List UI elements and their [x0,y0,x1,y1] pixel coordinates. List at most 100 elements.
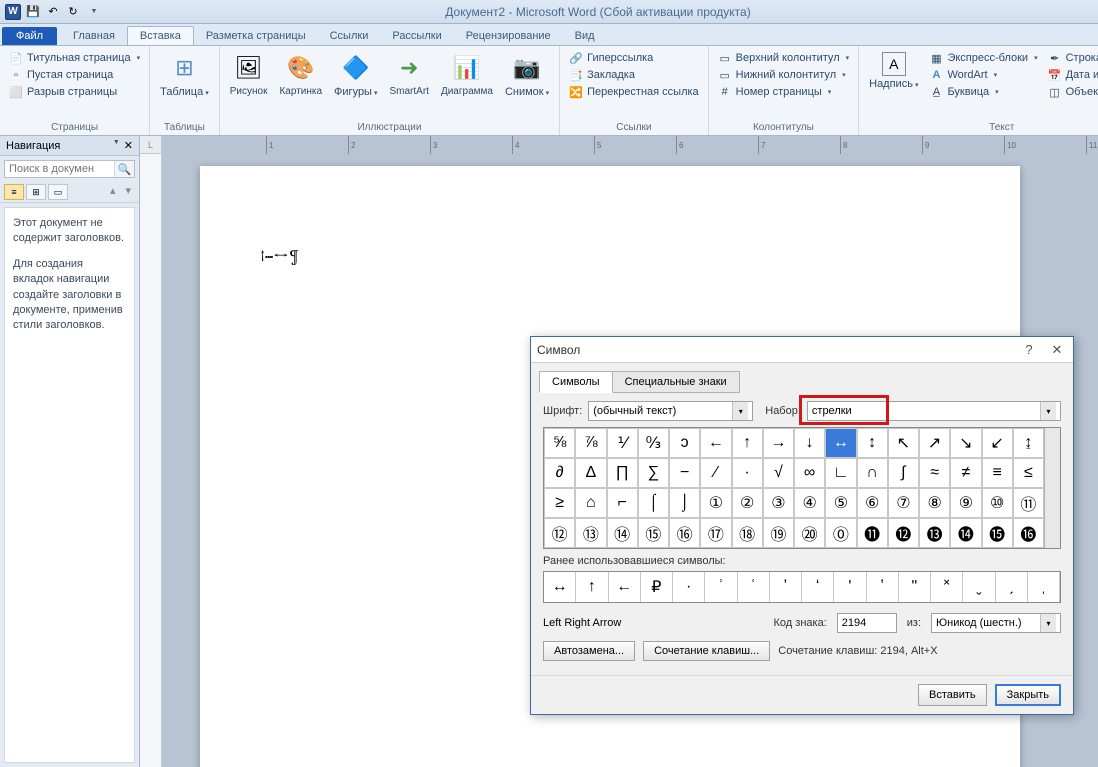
qat-dropdown-icon[interactable]: ▼ [84,3,102,21]
symbol-cell[interactable]: ∂ [544,458,575,488]
chart-button[interactable]: 📊Диаграмма [437,50,497,100]
symbol-cell[interactable]: ⅝ [544,428,575,458]
symbol-cell[interactable]: ⑫ [544,518,575,548]
symbol-cell[interactable]: ⓯ [982,518,1013,548]
crossref-button[interactable]: 🔀Перекрестная ссылка [566,84,702,100]
wordart-button[interactable]: AWordArt▾ [926,67,1040,83]
recent-symbol-cell[interactable]: ʾ [705,572,737,602]
symbol-cell[interactable]: ⓮ [950,518,981,548]
dialog-tab-symbols[interactable]: Символы [539,371,613,393]
char-code-input[interactable] [837,613,897,633]
symbol-cell[interactable]: ∫ [888,458,919,488]
nav-search-input[interactable] [5,161,114,177]
symbol-cell[interactable]: ∩ [857,458,888,488]
signature-button[interactable]: ✒Строка подпи [1045,50,1098,66]
undo-icon[interactable]: ↶ [44,3,62,21]
redo-icon[interactable]: ↻ [64,3,82,21]
tab-view[interactable]: Вид [563,27,607,45]
document-text[interactable]: ↑····↔¶ [260,246,960,267]
symbol-cell[interactable]: ↕ [857,428,888,458]
from-select[interactable]: Юникод (шестн.) ▾ [931,613,1061,633]
dialog-close-icon[interactable]: ✕ [1047,341,1067,359]
recent-symbol-cell[interactable]: ʹ [834,572,866,602]
symbol-cell[interactable]: ⑪ [1013,488,1044,518]
recent-symbol-cell[interactable]: ˟ [931,572,963,602]
symbol-cell[interactable]: ⑤ [825,488,856,518]
autocorrect-button[interactable]: Автозамена... [543,641,635,661]
close-button[interactable]: Закрыть [995,684,1061,706]
symbol-cell[interactable]: ↘ [950,428,981,458]
symbol-cell[interactable]: ≠ [950,458,981,488]
symbol-cell[interactable]: ∞ [794,458,825,488]
symbol-cell[interactable]: ≈ [919,458,950,488]
recent-symbol-cell[interactable]: ← [609,572,641,602]
recent-symbol-cell[interactable]: ˬ [963,572,995,602]
nav-dropdown-icon[interactable]: ▼ [113,139,120,152]
tab-file[interactable]: Файл [2,27,57,45]
clipart-button[interactable]: 🎨Картинка [275,50,326,100]
table-button[interactable]: ⊞Таблица▾ [156,50,213,100]
symbol-cell[interactable]: ∙ [732,458,763,488]
recent-symbol-cell[interactable]: ʻ [802,572,834,602]
symbol-cell[interactable]: ⑦ [888,488,919,518]
symbol-cell[interactable]: ↗ [919,428,950,458]
symbol-cell[interactable]: ⑯ [669,518,700,548]
symbol-cell[interactable]: ↄ [669,428,700,458]
symbol-cell[interactable]: ⓫ [857,518,888,548]
dialog-help-icon[interactable]: ? [1019,341,1039,359]
symbol-cell[interactable]: ⑰ [700,518,731,548]
recent-symbol-cell[interactable]: ↑ [576,572,608,602]
symbol-cell[interactable]: ⌂ [575,488,606,518]
symbol-cell[interactable]: ⌐ [607,488,638,518]
symbol-cell[interactable]: ⑨ [950,488,981,518]
symbol-cell[interactable]: ∏ [607,458,638,488]
symbol-cell[interactable]: ≡ [982,458,1013,488]
nav-view-results[interactable]: ▭ [48,184,68,200]
symbol-cell[interactable]: ≥ [544,488,575,518]
symbol-cell[interactable]: ⓭ [919,518,950,548]
recent-symbol-cell[interactable]: ʺ [899,572,931,602]
recent-symbol-cell[interactable]: · [673,572,705,602]
nav-prev-icon[interactable]: ▴ [106,184,120,200]
smartart-button[interactable]: ➜SmartArt [385,50,432,100]
page-break-button[interactable]: ⬜Разрыв страницы [6,84,143,100]
textbox-button[interactable]: AНадпись▾ [865,50,922,100]
insert-button[interactable]: Вставить [918,684,987,706]
symbol-cell[interactable]: → [763,428,794,458]
symbol-cell[interactable]: ⅟ [607,428,638,458]
symbol-cell[interactable]: ↉ [638,428,669,458]
picture-button[interactable]: 🖼Рисунок [226,50,272,100]
symbol-cell[interactable]: ⑱ [732,518,763,548]
recent-symbol-cell[interactable]: ʼ [770,572,802,602]
recent-symbol-cell[interactable]: ↔ [544,572,576,602]
shapes-button[interactable]: 🔷Фигуры▾ [330,50,381,100]
symbol-cell[interactable]: ⌡ [669,488,700,518]
symbol-cell[interactable]: ↓ [794,428,825,458]
recent-symbol-cell[interactable]: ʽ [867,572,899,602]
symbol-cell[interactable]: ⑳ [794,518,825,548]
tab-mailings[interactable]: Рассылки [380,27,453,45]
symbol-cell[interactable]: ∆ [575,458,606,488]
recent-symbol-cell[interactable]: ˌ [1028,572,1060,602]
symbol-cell[interactable]: ⓰ [1013,518,1044,548]
nav-view-pages[interactable]: ⊞ [26,184,46,200]
dialog-titlebar[interactable]: Символ ? ✕ [531,337,1073,363]
header-button[interactable]: ▭Верхний колонтитул▾ [715,50,852,66]
symbol-cell[interactable]: ⓬ [888,518,919,548]
datetime-button[interactable]: 📅Дата и время [1045,67,1098,83]
footer-button[interactable]: ▭Нижний колонтитул▾ [715,67,852,83]
symbol-cell[interactable]: ⓪ [825,518,856,548]
tab-insert[interactable]: Вставка [127,26,194,45]
save-icon[interactable]: 💾 [24,3,42,21]
symbol-cell[interactable]: ⑧ [919,488,950,518]
symbol-cell[interactable]: ⑭ [607,518,638,548]
search-icon[interactable]: 🔍 [114,161,134,177]
screenshot-button[interactable]: 📷Снимок▾ [501,50,553,100]
word-app-icon[interactable]: W [4,3,22,21]
hyperlink-button[interactable]: 🔗Гиперссылка [566,50,702,66]
nav-close-icon[interactable]: ✕ [124,139,133,152]
tab-home[interactable]: Главная [61,27,127,45]
symbol-cell[interactable]: ≤ [1013,458,1044,488]
quickparts-button[interactable]: ▦Экспресс-блоки▾ [926,50,1040,66]
font-select[interactable]: (обычный текст) ▾ [588,401,753,421]
